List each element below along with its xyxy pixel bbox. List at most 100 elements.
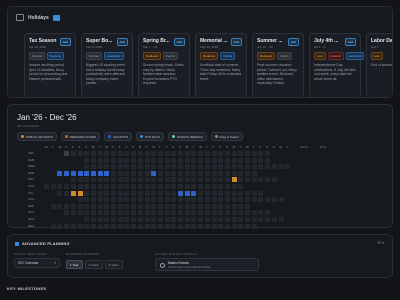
- day-cell[interactable]: [50, 203, 56, 209]
- day-cell[interactable]: [251, 151, 257, 156]
- day-cell[interactable]: [70, 170, 76, 176]
- day-cell[interactable]: [104, 210, 110, 216]
- day-cell[interactable]: [224, 210, 230, 216]
- day-cell[interactable]: [231, 210, 237, 216]
- day-cell[interactable]: [90, 170, 96, 176]
- day-cell[interactable]: [218, 210, 224, 216]
- day-cell[interactable]: [191, 223, 197, 229]
- day-cell[interactable]: [198, 184, 204, 189]
- day-cell[interactable]: [97, 157, 103, 163]
- day-cell[interactable]: [258, 210, 264, 216]
- day-cell[interactable]: [144, 157, 150, 163]
- day-cell[interactable]: [178, 210, 183, 216]
- day-cell[interactable]: [90, 184, 96, 189]
- holiday-card[interactable]: Super Bo... Add Feb 8, 2026 Normal Hospitali…: [81, 33, 133, 97]
- day-cell[interactable]: [171, 151, 177, 156]
- day-cell[interactable]: [258, 177, 264, 183]
- day-cell[interactable]: [224, 217, 230, 222]
- holiday-card[interactable]: Memorial ... Add May 25, 2026 Reduced Critic…: [195, 33, 247, 97]
- day-cell[interactable]: [204, 197, 210, 203]
- day-cell[interactable]: [178, 157, 183, 163]
- day-cell[interactable]: [198, 190, 204, 196]
- day-cell[interactable]: [84, 157, 90, 163]
- day-cell[interactable]: [231, 151, 237, 156]
- day-cell[interactable]: [224, 177, 230, 183]
- day-cell[interactable]: [231, 203, 237, 209]
- day-cell[interactable]: [164, 151, 170, 156]
- day-cell[interactable]: [238, 210, 244, 216]
- day-cell[interactable]: [245, 151, 250, 156]
- settings-icon[interactable]: ⚙ ▾: [377, 240, 384, 245]
- day-cell[interactable]: [117, 170, 123, 176]
- day-cell[interactable]: [144, 190, 150, 196]
- day-cell[interactable]: [258, 151, 264, 156]
- day-cell[interactable]: [251, 197, 257, 203]
- day-cell[interactable]: [77, 184, 83, 189]
- day-cell[interactable]: [104, 184, 110, 189]
- day-cell[interactable]: [178, 217, 183, 222]
- day-cell[interactable]: [131, 177, 137, 183]
- day-cell[interactable]: [137, 190, 143, 196]
- day-cell[interactable]: [184, 151, 190, 156]
- day-cell[interactable]: [84, 210, 90, 216]
- day-cell[interactable]: [124, 157, 130, 163]
- holiday-card[interactable]: Tax Season Add Apr 15, 2026 Normal Systems In…: [24, 33, 76, 97]
- day-cell[interactable]: [178, 164, 183, 170]
- day-cell[interactable]: [64, 223, 70, 229]
- day-cell[interactable]: [204, 177, 210, 183]
- day-cell[interactable]: [191, 151, 197, 156]
- day-cell[interactable]: [191, 203, 197, 209]
- day-cell[interactable]: [218, 190, 224, 196]
- day-cell[interactable]: [211, 203, 217, 209]
- day-cell[interactable]: [211, 157, 217, 163]
- day-cell[interactable]: [84, 184, 90, 189]
- day-cell[interactable]: [90, 197, 96, 203]
- day-cell[interactable]: [285, 164, 291, 170]
- day-cell[interactable]: [238, 164, 244, 170]
- day-cell[interactable]: [77, 151, 83, 156]
- day-cell[interactable]: [178, 203, 183, 209]
- day-cell[interactable]: [251, 170, 257, 176]
- day-cell[interactable]: [97, 184, 103, 189]
- day-cell[interactable]: [111, 203, 116, 209]
- day-cell[interactable]: [157, 151, 163, 156]
- day-cell[interactable]: [151, 184, 157, 189]
- day-cell[interactable]: [231, 157, 237, 163]
- day-cell[interactable]: [137, 184, 143, 189]
- day-cell[interactable]: [84, 170, 90, 176]
- day-cell[interactable]: [64, 151, 70, 156]
- holiday-card[interactable]: Labor Da...AddSep 7LowEnd of summer...: [366, 33, 392, 97]
- day-cell[interactable]: [218, 177, 224, 183]
- day-cell[interactable]: [251, 217, 257, 222]
- day-cell[interactable]: [90, 210, 96, 216]
- legend-chip[interactable]: PUBLIC HOLIDAYS: [17, 132, 57, 141]
- day-cell[interactable]: [231, 217, 237, 222]
- day-cell[interactable]: [70, 223, 76, 229]
- day-cell[interactable]: [164, 190, 170, 196]
- day-cell[interactable]: [238, 157, 244, 163]
- day-cell[interactable]: [178, 197, 183, 203]
- day-cell[interactable]: [104, 203, 110, 209]
- day-cell[interactable]: [171, 217, 177, 222]
- day-cell[interactable]: [124, 223, 130, 229]
- day-cell[interactable]: [271, 164, 277, 170]
- day-cell[interactable]: [144, 184, 150, 189]
- day-cell[interactable]: [251, 177, 257, 183]
- day-cell[interactable]: [238, 190, 244, 196]
- day-cell[interactable]: [44, 184, 49, 189]
- day-cell[interactable]: [131, 217, 137, 222]
- day-cell[interactable]: [131, 197, 137, 203]
- day-cell[interactable]: [104, 197, 110, 203]
- day-cell[interactable]: [245, 157, 250, 163]
- day-cell[interactable]: [57, 223, 63, 229]
- day-cell[interactable]: [245, 217, 250, 222]
- day-cell[interactable]: [258, 197, 264, 203]
- day-cell[interactable]: [238, 177, 244, 183]
- advanced-header[interactable]: ADVANCED PLANNING: [15, 241, 70, 246]
- day-cell[interactable]: [224, 223, 230, 229]
- day-cell[interactable]: [64, 203, 70, 209]
- day-cell[interactable]: [57, 203, 63, 209]
- day-cell[interactable]: [124, 210, 130, 216]
- add-holiday-button[interactable]: Add: [344, 38, 356, 46]
- add-holiday-button[interactable]: Add: [230, 38, 242, 46]
